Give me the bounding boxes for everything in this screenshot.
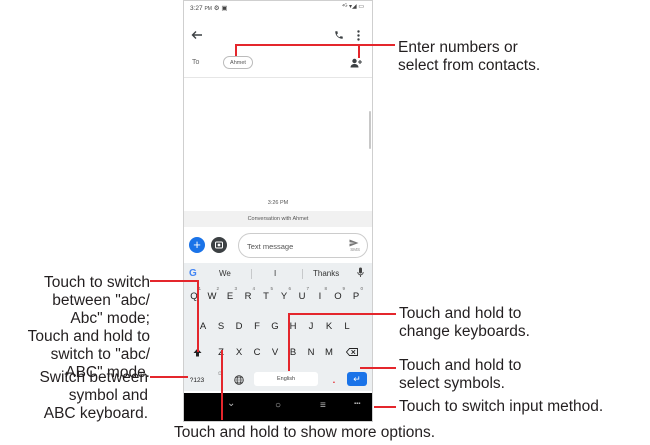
callout-line — [288, 313, 290, 371]
home-circle-icon[interactable]: ○ — [275, 400, 281, 411]
divider — [302, 269, 303, 279]
key[interactable]: O9 — [330, 286, 346, 307]
key[interactable]: Y6 — [276, 286, 292, 307]
spacebar-key[interactable]: English — [254, 372, 318, 386]
key[interactable]: V — [267, 343, 283, 363]
message-placeholder: Text message — [247, 242, 294, 251]
navigation-bar: ⌄ ○ ≡ ▪▪▪ — [184, 393, 372, 421]
keyboard: G We I Thanks Q1 W2 E3 R4 T5 Y6 U7 I8 O9… — [184, 263, 372, 391]
globe-key[interactable] — [231, 371, 247, 391]
message-timestamp: 3:26 PM — [267, 200, 289, 206]
suggestion-2[interactable]: I — [274, 269, 276, 278]
key[interactable]: I8 — [312, 286, 328, 307]
key[interactable]: L — [339, 317, 355, 337]
chevron-down-icon[interactable]: ⌄ — [227, 398, 235, 409]
callout-input-method: Touch to switch input method. — [399, 398, 604, 415]
add-contact-icon[interactable] — [349, 56, 363, 70]
status-time: 3:27 PM ⚙ ▣ — [190, 5, 228, 12]
key-row-3: Z X C V B N M — [184, 343, 372, 365]
key[interactable]: G — [267, 317, 283, 337]
google-g-icon[interactable]: G — [189, 268, 197, 279]
key[interactable]: S — [213, 317, 229, 337]
send-sms-label: SMS — [350, 247, 360, 252]
emoji-key[interactable]: ☺ — [212, 368, 228, 388]
key[interactable]: K — [321, 317, 337, 337]
key[interactable]: Q1 — [186, 286, 202, 307]
key[interactable]: U7 — [294, 286, 310, 307]
callout-more-options: Touch and hold to show more options. — [174, 424, 436, 441]
key-row-4: ?123 ☺ English . ↵ — [184, 368, 372, 390]
scrollbar[interactable] — [369, 111, 371, 149]
enter-key[interactable]: ↵ — [347, 372, 367, 386]
gallery-button[interactable] — [211, 237, 227, 253]
recipient-chip[interactable]: Ahmet — [223, 56, 253, 69]
key[interactable]: R4 — [240, 286, 256, 307]
callout-line — [360, 367, 396, 369]
backspace-icon — [345, 348, 358, 357]
key[interactable]: C — [249, 343, 265, 363]
key[interactable]: F — [249, 317, 265, 337]
key[interactable]: E3 — [222, 286, 238, 307]
period-key[interactable]: . — [326, 371, 342, 391]
menu-lines-icon[interactable]: ≡ — [320, 400, 326, 411]
status-bar: 3:27 PM ⚙ ▣ ⁴ᴳ ▾◢ ▭ — [184, 1, 372, 15]
callout-line — [288, 313, 396, 315]
callout-line — [197, 280, 199, 352]
key[interactable]: D — [231, 317, 247, 337]
callout-enter-numbers: Enter numbers or select from contacts. — [398, 39, 541, 74]
suggestion-3[interactable]: Thanks — [313, 269, 339, 278]
callout-line — [150, 280, 198, 282]
callout-line — [235, 44, 237, 56]
globe-icon — [234, 375, 244, 386]
key-row-1: Q1 W2 E3 R4 T5 Y6 U7 I8 O9 P0 — [184, 286, 372, 309]
callout-line — [150, 376, 188, 378]
callout-touch-switch: Touch to switch between "abc/ Abc" mode; T… — [27, 274, 150, 381]
callout-change-keyboards: Touch and hold to change keyboards. — [399, 305, 530, 340]
phone-call-icon[interactable] — [332, 28, 346, 42]
status-icons: ⁴ᴳ ▾◢ ▭ — [341, 4, 364, 10]
backspace-key[interactable] — [344, 343, 360, 363]
add-attachment-button[interactable]: + — [189, 237, 205, 253]
callout-line — [358, 44, 360, 58]
more-options-icon[interactable] — [352, 28, 364, 42]
callout-line — [221, 350, 223, 420]
callout-line — [235, 44, 395, 46]
key[interactable]: P0 — [348, 286, 364, 307]
send-icon[interactable] — [348, 238, 360, 247]
suggestion-strip: G We I Thanks — [184, 263, 372, 285]
microphone-icon[interactable] — [357, 267, 364, 280]
back-arrow-icon[interactable] — [190, 28, 204, 42]
composer: + Text message SMS — [184, 231, 372, 261]
key[interactable]: M — [321, 343, 337, 363]
callout-line — [374, 406, 396, 408]
key-row-2: A S D F G H J K L — [184, 317, 372, 339]
key[interactable]: X — [231, 343, 247, 363]
to-label: To — [192, 59, 200, 66]
callout-switch-symbol: Switch between symbol and ABC keyboard. — [39, 369, 148, 422]
key[interactable]: T5 — [258, 286, 274, 307]
callout-select-symbols: Touch and hold to select symbols. — [399, 357, 522, 392]
phone-screen: 3:27 PM ⚙ ▣ ⁴ᴳ ▾◢ ▭ To Ahmet 3:26 PM Con… — [183, 0, 373, 422]
key[interactable]: W2 — [204, 286, 220, 307]
recipient-row: To Ahmet — [184, 49, 372, 78]
conversation-banner: Conversation with Ahmet — [184, 211, 372, 227]
key[interactable]: N — [303, 343, 319, 363]
divider — [251, 269, 252, 279]
suggestion-1[interactable]: We — [219, 269, 231, 278]
key[interactable]: J — [303, 317, 319, 337]
message-input[interactable]: Text message SMS — [238, 233, 368, 258]
symbols-key[interactable]: ?123 — [185, 371, 209, 391]
keyboard-switch-icon[interactable]: ▪▪▪ — [354, 401, 360, 407]
